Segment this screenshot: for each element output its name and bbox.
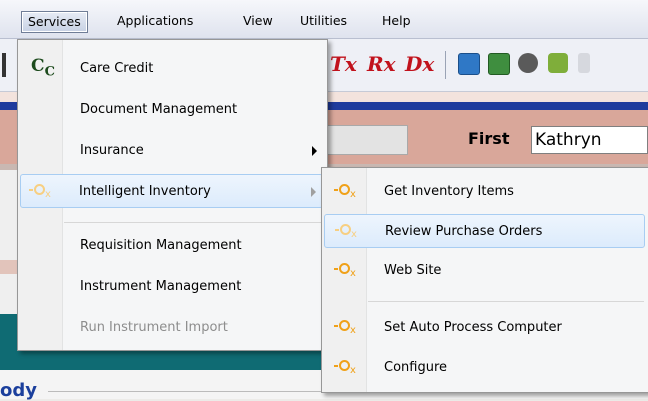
rx-label: Rx bbox=[367, 52, 396, 76]
menu-applications[interactable]: Applications bbox=[111, 11, 199, 31]
dx-icon[interactable]: Dx bbox=[405, 52, 434, 76]
last-name-field[interactable] bbox=[326, 125, 408, 155]
intelligent-inventory-icon: x bbox=[332, 175, 362, 209]
submenu-arrow-icon bbox=[311, 187, 316, 197]
menu-view[interactable]: View bbox=[237, 11, 279, 31]
menu-item-run-instrument-import: Run Instrument Import bbox=[20, 311, 323, 345]
tx-icon[interactable]: Tx bbox=[330, 52, 357, 76]
services-menu: CC Care Credit Document Management Insur… bbox=[17, 39, 328, 351]
toolbar-grip bbox=[2, 53, 6, 77]
icon-glyph: x bbox=[45, 189, 51, 200]
rx-icon[interactable]: Rx bbox=[367, 52, 396, 76]
more-icon[interactable] bbox=[578, 53, 590, 73]
submenu-arrow-icon bbox=[312, 146, 317, 156]
menu-item-label: Set Auto Process Computer bbox=[384, 320, 562, 335]
body-label: ody bbox=[0, 380, 37, 401]
menu-item-label: Care Credit bbox=[80, 61, 154, 76]
menu-item-instrument-management[interactable]: Instrument Management bbox=[20, 270, 323, 304]
menu-item-care-credit[interactable]: CC Care Credit bbox=[20, 52, 323, 86]
phone-icon[interactable] bbox=[518, 53, 538, 73]
tx-label: Tx bbox=[330, 52, 357, 76]
menu-item-insurance[interactable]: Insurance bbox=[20, 134, 323, 168]
menu-item-label: Insurance bbox=[80, 143, 144, 158]
menu-item-requisition-management[interactable]: Requisition Management bbox=[20, 229, 323, 263]
calculator-icon[interactable] bbox=[488, 53, 510, 75]
icon-glyph: x bbox=[350, 189, 356, 200]
menu-item-label: Run Instrument Import bbox=[80, 320, 228, 335]
menu-item-configure[interactable]: x Configure bbox=[324, 351, 645, 385]
cc-glyph: C bbox=[31, 55, 45, 76]
care-credit-icon: CC bbox=[28, 52, 58, 86]
menu-item-intelligent-inventory[interactable]: x Intelligent Inventory bbox=[20, 174, 323, 208]
intelligent-inventory-icon: x bbox=[333, 215, 363, 249]
menu-utilities[interactable]: Utilities bbox=[294, 11, 353, 31]
menu-item-label: Web Site bbox=[384, 263, 442, 278]
menu-item-set-auto-process-computer[interactable]: x Set Auto Process Computer bbox=[324, 311, 645, 345]
menu-services[interactable]: Services bbox=[21, 11, 88, 33]
menu-item-web-site[interactable]: x Web Site bbox=[324, 254, 645, 288]
intelligent-inventory-icon: x bbox=[332, 254, 362, 288]
icon-glyph: x bbox=[350, 268, 356, 279]
menu-help[interactable]: Help bbox=[376, 11, 417, 31]
icon-glyph: x bbox=[350, 325, 356, 336]
intelligent-inventory-icon: x bbox=[332, 311, 362, 345]
menu-item-label: Requisition Management bbox=[80, 238, 242, 253]
toolbar-separator bbox=[445, 51, 446, 79]
menu-item-document-management[interactable]: Document Management bbox=[20, 93, 323, 127]
intelligent-inventory-icon: x bbox=[332, 351, 362, 385]
menu-item-get-inventory-items[interactable]: x Get Inventory Items bbox=[324, 175, 645, 209]
menu-bar: Services Applications View Utilities Hel… bbox=[0, 0, 648, 39]
first-name-field[interactable]: Kathryn bbox=[531, 126, 648, 154]
menu-item-label: Intelligent Inventory bbox=[79, 184, 211, 199]
notes-icon[interactable] bbox=[548, 53, 568, 73]
cc-sub-glyph: C bbox=[44, 64, 55, 80]
dx-label: Dx bbox=[405, 52, 435, 76]
menu-separator bbox=[368, 301, 644, 302]
menu-item-label: Review Purchase Orders bbox=[385, 224, 543, 239]
icon-glyph: x bbox=[350, 365, 356, 376]
icon-glyph: x bbox=[351, 229, 357, 240]
menu-item-label: Instrument Management bbox=[80, 279, 242, 294]
menu-item-review-purchase-orders[interactable]: x Review Purchase Orders bbox=[324, 214, 645, 248]
menu-item-label: Get Inventory Items bbox=[384, 184, 514, 199]
menu-item-label: Configure bbox=[384, 360, 448, 375]
menu-separator bbox=[64, 222, 322, 223]
intelligent-inventory-icon: x bbox=[27, 175, 57, 209]
intelligent-inventory-submenu: x Get Inventory Items x Review Purchase … bbox=[321, 167, 648, 393]
first-name-label: First bbox=[468, 129, 510, 148]
menu-item-label: Document Management bbox=[80, 102, 238, 117]
preview-icon[interactable] bbox=[458, 53, 480, 75]
